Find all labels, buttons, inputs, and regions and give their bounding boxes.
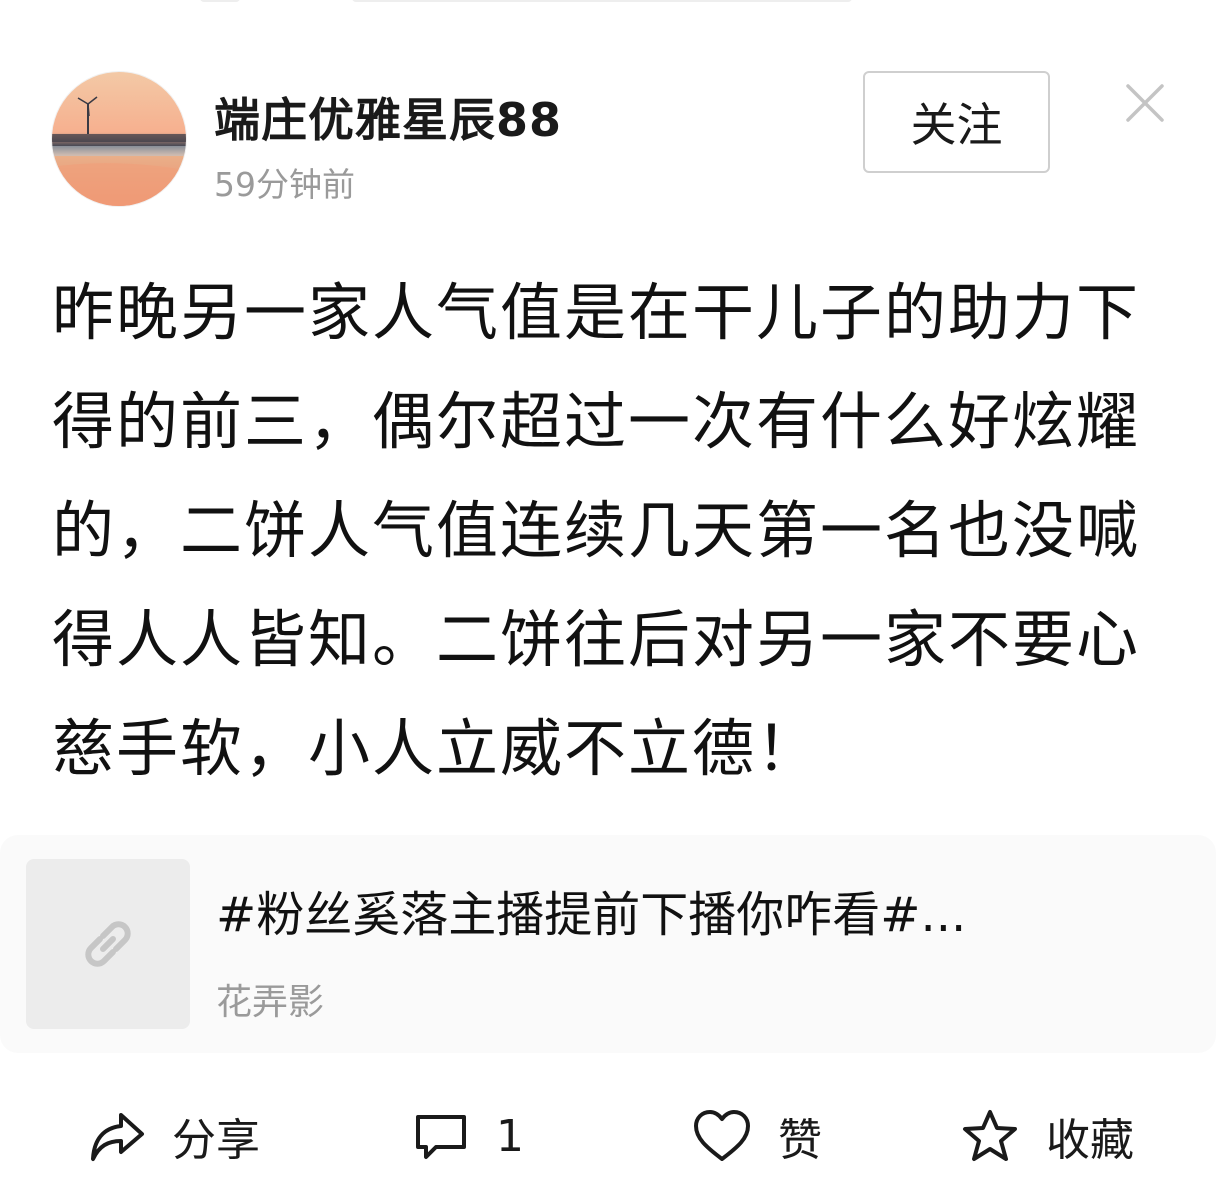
link-icon: [85, 921, 131, 967]
avatar[interactable]: [52, 72, 186, 206]
link-card[interactable]: #粉丝奚落主播提前下播你咋看#... 花弄影: [0, 835, 1216, 1053]
post-time: 59分钟前: [214, 165, 355, 204]
collect-label: 收藏: [1046, 1115, 1134, 1166]
avatar-image: [52, 72, 186, 206]
link-thumbnail: [26, 859, 190, 1029]
comment-count: 1: [496, 1110, 524, 1162]
star-icon: [963, 1110, 1017, 1161]
author-name[interactable]: 端庄优雅星辰88: [214, 84, 562, 150]
top-remnant-left: [200, 0, 240, 2]
close-icon[interactable]: [1122, 80, 1168, 126]
link-source: 花弄影: [216, 982, 325, 1023]
heart-icon: [694, 1110, 750, 1161]
like-label: 赞: [778, 1115, 822, 1166]
comment-button[interactable]: 1: [412, 1096, 524, 1176]
action-bar: 分享 1 赞 收藏: [0, 1096, 1216, 1176]
like-button[interactable]: 赞: [692, 1096, 822, 1176]
share-label: 分享: [172, 1115, 260, 1166]
share-button[interactable]: 分享: [88, 1096, 260, 1176]
top-remnant-bar: [352, 0, 852, 2]
share-icon: [91, 1113, 144, 1161]
collect-button[interactable]: 收藏: [960, 1096, 1134, 1176]
link-title[interactable]: #粉丝奚落主播提前下播你咋看#...: [216, 875, 1136, 945]
comment-icon: [416, 1115, 466, 1159]
post-body: 昨晚另一家人气值是在干儿子的助力下得的前三，偶尔超过一次有什么好炫耀的，二饼人气…: [52, 276, 1141, 785]
follow-button[interactable]: 关注: [863, 71, 1050, 173]
